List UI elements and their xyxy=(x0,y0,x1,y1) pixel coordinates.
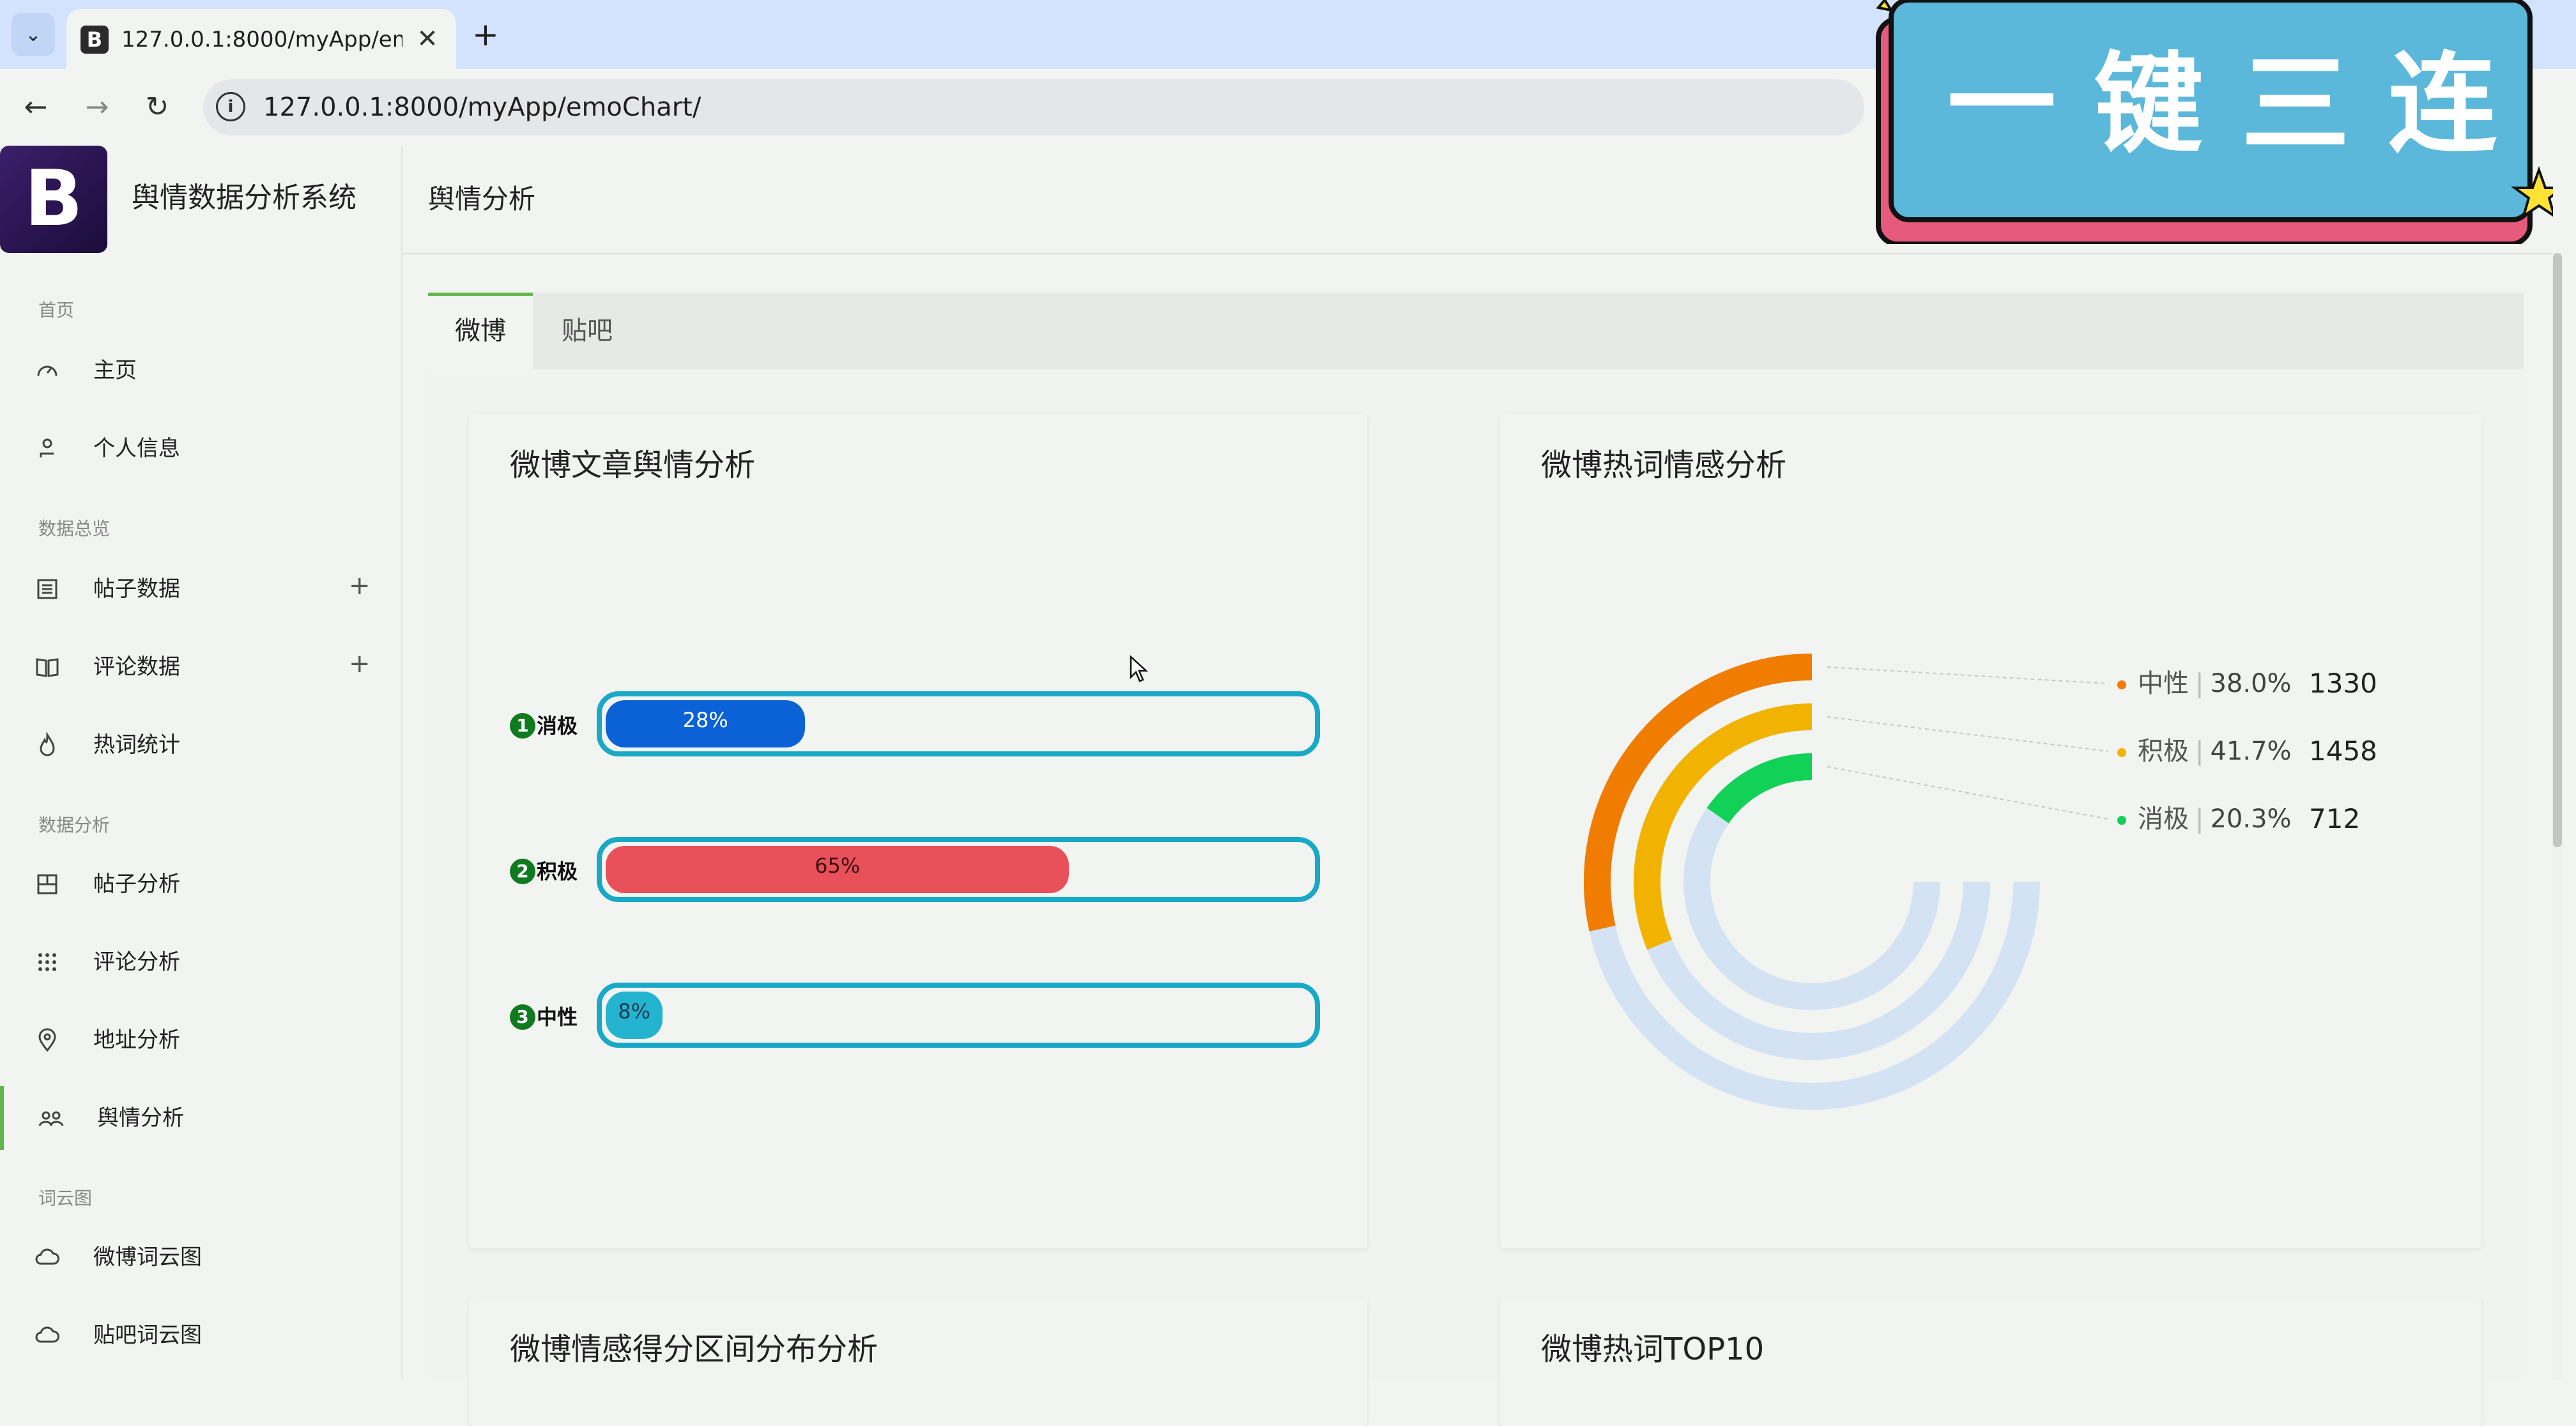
legend-dot-icon xyxy=(2117,748,2126,757)
legend-leader-line xyxy=(1827,666,2109,684)
legend-leader-line xyxy=(1827,766,2109,820)
legend-item[interactable]: 积极 | 41.7% 1458 xyxy=(2117,732,2377,770)
legend-dot-icon xyxy=(2117,816,2126,825)
legend-percent: 41.7% xyxy=(2210,737,2292,766)
legend-separator: | xyxy=(2195,669,2204,698)
sticker-char: 连 xyxy=(2388,42,2497,168)
overlay-sticker: 一 键 三 连 xyxy=(1876,0,2568,247)
legend-separator: | xyxy=(2195,804,2204,834)
legend-name: 积极 xyxy=(2138,737,2189,766)
legend-value: 1330 xyxy=(2309,668,2377,699)
donut-arc-2[interactable] xyxy=(1706,753,1813,824)
legend-name: 中性 xyxy=(2138,669,2189,698)
legend-name: 消极 xyxy=(2138,804,2189,834)
legend-item[interactable]: 中性 | 38.0% 1330 xyxy=(2117,664,2377,703)
legend-item[interactable]: 消极 | 20.3% 712 xyxy=(2117,800,2360,838)
legend-dot-icon xyxy=(2117,680,2126,689)
donut-arc-1[interactable] xyxy=(1634,703,1813,950)
legend-value: 1458 xyxy=(2309,735,2377,767)
legend-value: 712 xyxy=(2309,803,2361,834)
sticker-char: 一 xyxy=(1947,42,2056,168)
sticker-char: 键 xyxy=(2094,42,2203,168)
legend-separator: | xyxy=(2195,737,2204,766)
legend-percent: 20.3% xyxy=(2210,804,2292,834)
legend-percent: 38.0% xyxy=(2210,669,2292,698)
legend-leader-line xyxy=(1827,716,2109,752)
sticker-char: 三 xyxy=(2241,42,2350,168)
mouse-cursor-icon xyxy=(1130,656,1149,682)
